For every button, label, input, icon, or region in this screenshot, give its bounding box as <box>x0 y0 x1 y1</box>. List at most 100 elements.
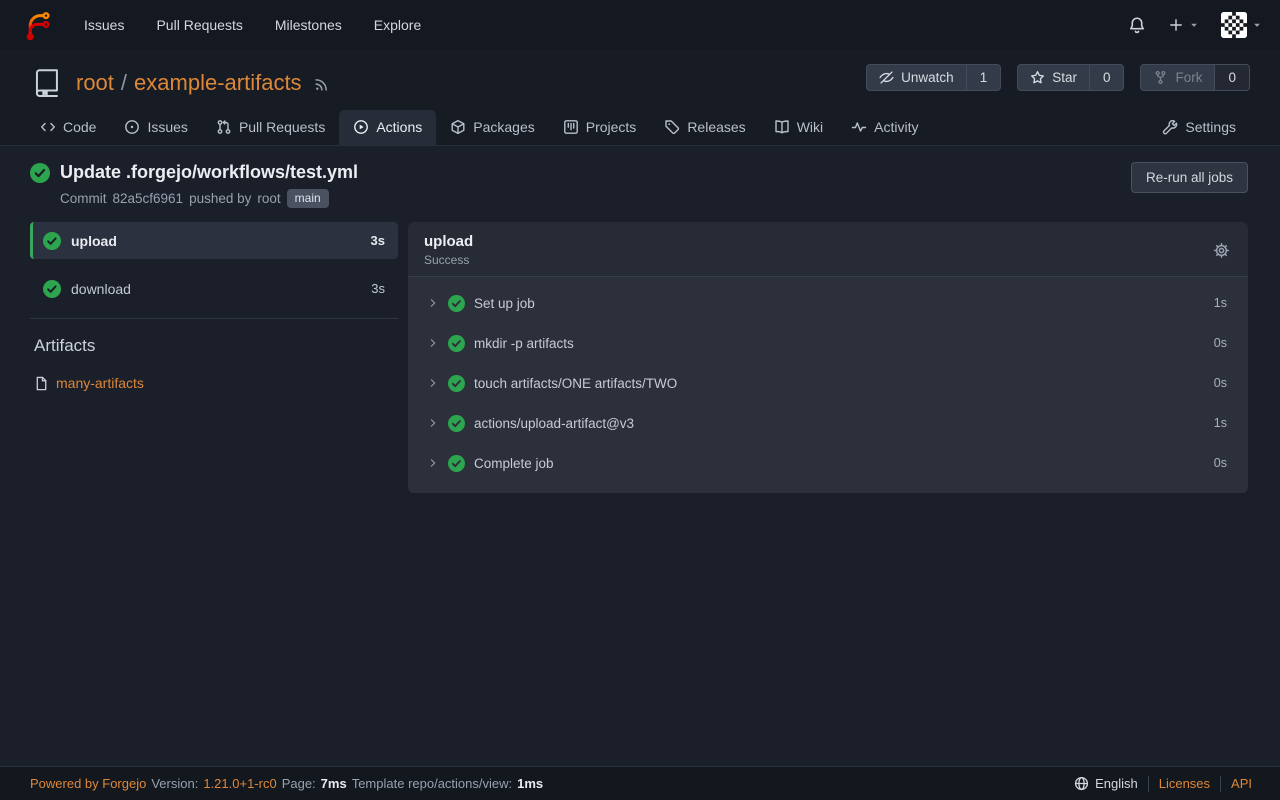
success-check-icon <box>448 295 465 312</box>
rss-icon[interactable] <box>314 75 331 92</box>
nav-item-explore[interactable]: Explore <box>358 0 437 50</box>
page-footer: Powered by Forgejo Version: 1.21.0+1-rc0… <box>0 766 1280 800</box>
step-duration: 1s <box>1214 416 1227 430</box>
page-time-value: 7ms <box>321 776 347 791</box>
commit-author[interactable]: root <box>257 191 280 206</box>
success-check-icon <box>30 163 50 183</box>
tools-icon <box>1162 119 1178 135</box>
commit-sha[interactable]: 82a5cf6961 <box>113 191 184 206</box>
tab-packages[interactable]: Packages <box>436 110 548 145</box>
job-panel-header: upload Success <box>408 222 1248 277</box>
unwatch-button[interactable]: Unwatch <box>867 65 966 90</box>
language-picker[interactable]: English <box>1074 776 1138 791</box>
tab-wiki[interactable]: Wiki <box>760 110 837 145</box>
step-duration: 0s <box>1214 336 1227 350</box>
step-duration: 0s <box>1214 376 1227 390</box>
job-row-upload[interactable]: upload 3s <box>30 222 398 259</box>
chevron-down-icon <box>1189 20 1199 30</box>
licenses-link[interactable]: Licenses <box>1159 776 1210 791</box>
watchers-count[interactable]: 1 <box>966 65 1001 90</box>
chevron-right-icon[interactable] <box>427 457 439 469</box>
step-row[interactable]: mkdir -p artifacts 0s <box>408 323 1248 363</box>
success-check-icon <box>448 455 465 472</box>
job-options-button[interactable] <box>1211 240 1232 261</box>
package-icon <box>450 119 466 135</box>
step-duration: 1s <box>1214 296 1227 310</box>
step-row[interactable]: Set up job 1s <box>408 283 1248 323</box>
tab-code[interactable]: Code <box>26 110 110 145</box>
stars-count[interactable]: 0 <box>1089 65 1124 90</box>
tab-activity[interactable]: Activity <box>837 110 932 145</box>
tab-label: Actions <box>376 119 422 135</box>
eye-slash-icon <box>879 70 894 85</box>
chevron-right-icon[interactable] <box>427 377 439 389</box>
job-duration: 3s <box>371 281 385 296</box>
job-duration: 3s <box>371 233 385 248</box>
branch-badge[interactable]: main <box>287 189 329 208</box>
artifact-name: many-artifacts <box>56 375 144 391</box>
nav-item-pull-requests[interactable]: Pull Requests <box>140 0 258 50</box>
issue-icon <box>124 119 140 135</box>
job-row-download[interactable]: download 3s <box>30 270 398 307</box>
repo-owner-link[interactable]: root <box>76 70 114 96</box>
fork-button-group: Fork 0 <box>1140 64 1250 91</box>
job-name: upload <box>71 233 361 249</box>
plus-icon <box>1168 17 1184 33</box>
avatar <box>1221 12 1247 38</box>
file-icon <box>34 376 49 391</box>
star-label: Star <box>1052 70 1077 85</box>
rerun-all-jobs-button[interactable]: Re-run all jobs <box>1131 162 1248 193</box>
tab-issues[interactable]: Issues <box>110 110 201 145</box>
tab-actions[interactable]: Actions <box>339 110 436 145</box>
tab-pull-requests[interactable]: Pull Requests <box>202 110 339 145</box>
fork-button[interactable]: Fork <box>1141 65 1214 90</box>
step-name: Complete job <box>474 456 1205 471</box>
language-label: English <box>1095 776 1138 791</box>
template-time-value: 1ms <box>517 776 543 791</box>
api-link[interactable]: API <box>1231 776 1252 791</box>
step-name: mkdir -p artifacts <box>474 336 1205 351</box>
job-panel-title: upload <box>424 233 1211 250</box>
run-title: Update .forgejo/workflows/test.yml <box>60 162 358 183</box>
footer-divider <box>1148 776 1149 792</box>
step-row[interactable]: touch artifacts/ONE artifacts/TWO 0s <box>408 363 1248 403</box>
bell-icon <box>1128 16 1146 34</box>
tab-label: Settings <box>1185 119 1236 135</box>
notifications-button[interactable] <box>1128 16 1146 34</box>
version-link[interactable]: 1.21.0+1-rc0 <box>203 776 276 791</box>
commit-label: Commit <box>60 191 107 206</box>
repo-separator: / <box>121 70 127 96</box>
repo-action-buttons: Unwatch 1 Star 0 <box>866 64 1250 91</box>
chevron-down-icon <box>1252 20 1262 30</box>
forgejo-logo-icon[interactable] <box>24 10 54 40</box>
tab-label: Wiki <box>797 119 823 135</box>
run-columns: upload 3s download 3s Artifacts many-art… <box>30 222 1248 493</box>
repo-book-icon <box>30 66 64 100</box>
artifact-link-many-artifacts[interactable]: many-artifacts <box>34 375 394 391</box>
success-check-icon <box>448 375 465 392</box>
tab-releases[interactable]: Releases <box>650 110 759 145</box>
chevron-right-icon[interactable] <box>427 417 439 429</box>
tab-label: Activity <box>874 119 918 135</box>
create-new-button[interactable] <box>1168 17 1199 33</box>
repo-tabbar: Code Issues Pull Requests Actions Packag… <box>0 100 1280 146</box>
repo-name-link[interactable]: example-artifacts <box>134 70 302 96</box>
fork-label: Fork <box>1175 70 1202 85</box>
tab-projects[interactable]: Projects <box>549 110 651 145</box>
tab-label: Projects <box>586 119 637 135</box>
nav-item-issues[interactable]: Issues <box>68 0 140 50</box>
step-row[interactable]: Complete job 0s <box>408 443 1248 483</box>
user-menu-button[interactable] <box>1221 12 1262 38</box>
job-detail-panel: upload Success <box>408 222 1248 493</box>
top-navbar: Issues Pull Requests Milestones Explore <box>0 0 1280 50</box>
forks-count[interactable]: 0 <box>1214 65 1249 90</box>
chevron-right-icon[interactable] <box>427 297 439 309</box>
powered-by-link[interactable]: Powered by Forgejo <box>30 776 146 791</box>
nav-item-milestones[interactable]: Milestones <box>259 0 358 50</box>
chevron-right-icon[interactable] <box>427 337 439 349</box>
step-row[interactable]: actions/upload-artifact@v3 1s <box>408 403 1248 443</box>
tab-settings[interactable]: Settings <box>1148 110 1250 145</box>
star-button[interactable]: Star <box>1018 65 1089 90</box>
tab-label: Pull Requests <box>239 119 325 135</box>
success-check-icon <box>43 232 61 250</box>
